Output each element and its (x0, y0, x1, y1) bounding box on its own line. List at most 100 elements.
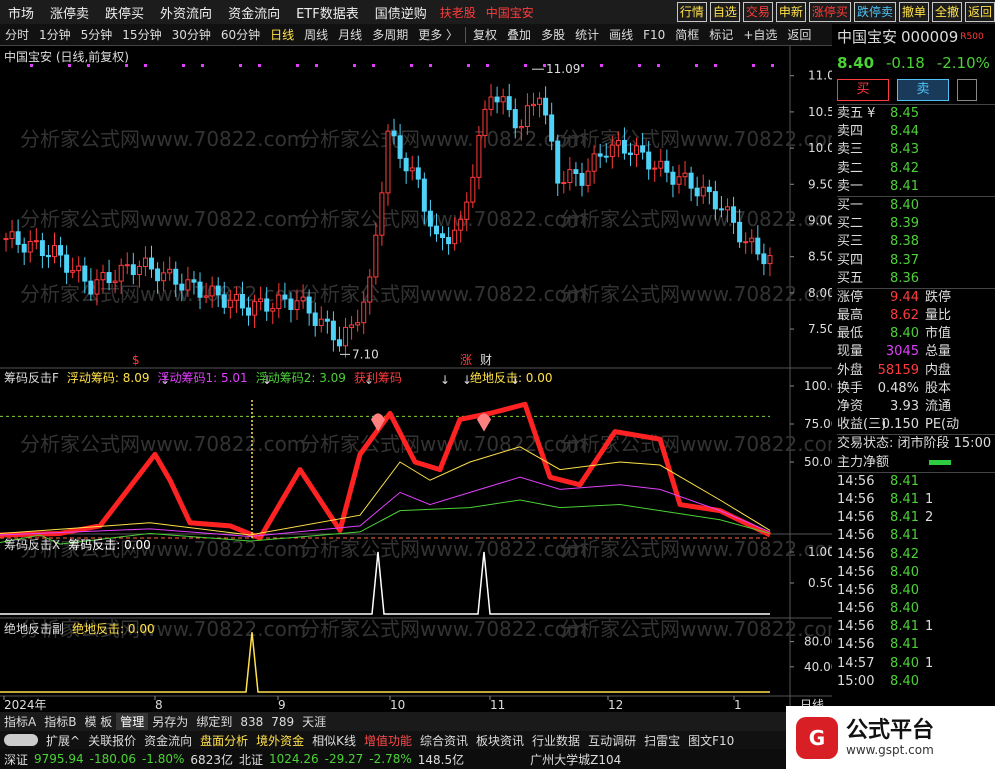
signal-dot (638, 64, 641, 67)
tab-minesweeper[interactable]: 扫雷宝 (640, 732, 684, 749)
tool-add-watch[interactable]: +自选 (738, 26, 782, 43)
menu-limit-down-buy[interactable]: 跌停买 (97, 3, 152, 22)
tick-list[interactable]: 14:56 8.41 14:56 8.41 1 14:56 8.41 2 14:56 8.4… (837, 471, 995, 691)
x-tick-label: 2024年 (4, 698, 47, 712)
tab-expand[interactable]: 扩展^ (42, 732, 84, 749)
menu-fund-flow[interactable]: 资金流向 (220, 3, 288, 22)
period-15min[interactable]: 15分钟 (117, 26, 166, 43)
trade-button[interactable]: 交易 (742, 2, 773, 22)
tool-overlay[interactable]: 叠加 (502, 26, 536, 43)
period-60min[interactable]: 60分钟 (216, 26, 265, 43)
period-5min[interactable]: 5分钟 (76, 26, 118, 43)
more-button[interactable] (957, 79, 977, 101)
tool-stats[interactable]: 统计 (570, 26, 604, 43)
period-intraday[interactable]: 分时 (0, 26, 34, 43)
tab-f10[interactable]: 图文F10 (684, 732, 738, 749)
bid-row[interactable]: 买五 8.36 (837, 270, 995, 288)
limit-down-sell-button[interactable]: 跌停卖 (853, 2, 896, 22)
net-flow-row[interactable]: 主力净额 (837, 454, 995, 472)
ind1-label-float2: 浮动筹码2: 3.09 (255, 371, 346, 385)
tab-838[interactable]: 838 (236, 715, 267, 729)
ipo-button[interactable]: 申新 (775, 2, 806, 22)
stock-name-link[interactable]: 中国宝安 (481, 4, 539, 21)
toggle-switch[interactable] (4, 734, 38, 746)
tab-fund-flow[interactable]: 资金流向 (140, 732, 196, 749)
tab-save-as[interactable]: 另存为 (148, 713, 192, 730)
bid-row[interactable]: 买二 8.39 (837, 215, 995, 233)
tab-789[interactable]: 789 (267, 715, 298, 729)
ask-row[interactable]: 卖五 ¥ 8.45 (837, 105, 995, 123)
quote-button[interactable]: 行情 (676, 2, 707, 22)
bid-row[interactable]: 买四 8.37 (837, 252, 995, 270)
menu-market[interactable]: 市场 (0, 3, 42, 22)
candle-body (270, 308, 276, 312)
candle-body (167, 268, 173, 274)
ind1-title[interactable]: 筹码反击F (4, 369, 59, 386)
ind1-label-float: 浮动筹码: 8.09 (66, 371, 150, 385)
limit-up-buy-button[interactable]: 涨停买 (808, 2, 851, 22)
quote-badge: R500 (960, 32, 984, 42)
tab-interactive[interactable]: 互动调研 (584, 732, 640, 749)
tab-similar-k[interactable]: 相似K线 (308, 732, 360, 749)
bid-volume (919, 270, 925, 288)
tab-overseas-funds[interactable]: 境外资金 (252, 732, 308, 749)
tool-f10[interactable]: F10 (638, 28, 670, 42)
menu-foreign-flow[interactable]: 外资流向 (152, 3, 220, 22)
cancel-all-button[interactable]: 全撤 (931, 2, 962, 22)
sell-button[interactable]: 卖 (897, 79, 949, 101)
ask-row[interactable]: 卖二 8.42 (837, 160, 995, 178)
buy-button[interactable]: 买 (837, 79, 889, 101)
ask-row[interactable]: 卖三 8.43 (837, 141, 995, 159)
tab-value-added[interactable]: 增值功能 (360, 732, 416, 749)
tab-indicator-b[interactable]: 指标B (40, 713, 80, 730)
ask-row[interactable]: 卖一 8.41 (837, 178, 995, 196)
tab-manage[interactable]: 管理 (116, 713, 149, 730)
stat-label: 涨停 (837, 289, 864, 305)
chart-area[interactable]: 分析家公式网www.70822.com 分析家公式网www.70822.com 分析… (0, 46, 832, 712)
cancel-order-button[interactable]: 撤单 (898, 2, 929, 22)
tool-draw[interactable]: 画线 (604, 26, 638, 43)
period-1min[interactable]: 1分钟 (34, 26, 76, 43)
menu-limit-up-sell[interactable]: 涨停卖 (42, 3, 97, 22)
bid-row[interactable]: 买三 8.38 (837, 233, 995, 251)
tab-bind[interactable]: 绑定到 (192, 713, 236, 730)
candle-body (397, 135, 403, 159)
tick-row: 14:56 8.40 (837, 582, 995, 600)
tool-adjust[interactable]: 复权 (468, 26, 502, 43)
period-more[interactable]: 更多 〉 (413, 26, 463, 43)
period-monthly[interactable]: 月线 (333, 26, 367, 43)
tab-market-analysis[interactable]: 盘面分析 (196, 732, 252, 749)
stock-link[interactable]: 扶老股 (435, 4, 481, 21)
watchlist-button[interactable]: 自选 (709, 2, 740, 22)
ind2-title[interactable]: 筹码反击X (4, 536, 60, 553)
back-button[interactable]: 返回 (964, 2, 995, 22)
period-multi[interactable]: 多周期 (367, 26, 413, 43)
tool-simple-frame[interactable]: 简框 (670, 26, 704, 43)
tab-industry-data[interactable]: 行业数据 (528, 732, 584, 749)
quote-price-row: 8.40 -0.18 -2.10% (837, 50, 995, 76)
candle-body (427, 210, 433, 227)
candle-body (276, 294, 282, 310)
menu-repo[interactable]: 国债逆购 (367, 3, 435, 22)
candle-body (615, 139, 621, 146)
tab-indicator-a[interactable]: 指标A (0, 713, 40, 730)
tab-related-quote[interactable]: 关联报价 (84, 732, 140, 749)
tool-mark[interactable]: 标记 (704, 26, 738, 43)
tab-sector-news[interactable]: 板块资讯 (472, 732, 528, 749)
tool-back[interactable]: 返回 (782, 26, 816, 43)
tab-tianya[interactable]: 天涯 (298, 713, 330, 730)
ind3-title[interactable]: 绝地反击副 (4, 620, 64, 637)
ask-row[interactable]: 卖四 8.44 (837, 123, 995, 141)
period-weekly[interactable]: 周线 (299, 26, 333, 43)
tab-template[interactable]: 模 板 (80, 713, 116, 730)
candle-body (288, 298, 294, 310)
period-30min[interactable]: 30分钟 (167, 26, 216, 43)
candle-body (318, 318, 324, 326)
bid-row[interactable]: 买一 8.40 (837, 197, 995, 215)
tab-news[interactable]: 综合资讯 (416, 732, 472, 749)
tool-multi-stock[interactable]: 多股 (536, 26, 570, 43)
bid-book: 买一 8.40 买二 8.39 买三 8.38 买四 8.37 买五 8.36 (837, 195, 995, 288)
menu-etf-table[interactable]: ETF数据表 (288, 3, 367, 22)
period-daily[interactable]: 日线 (265, 26, 299, 43)
y-tick-label: 9.50 (808, 177, 832, 191)
